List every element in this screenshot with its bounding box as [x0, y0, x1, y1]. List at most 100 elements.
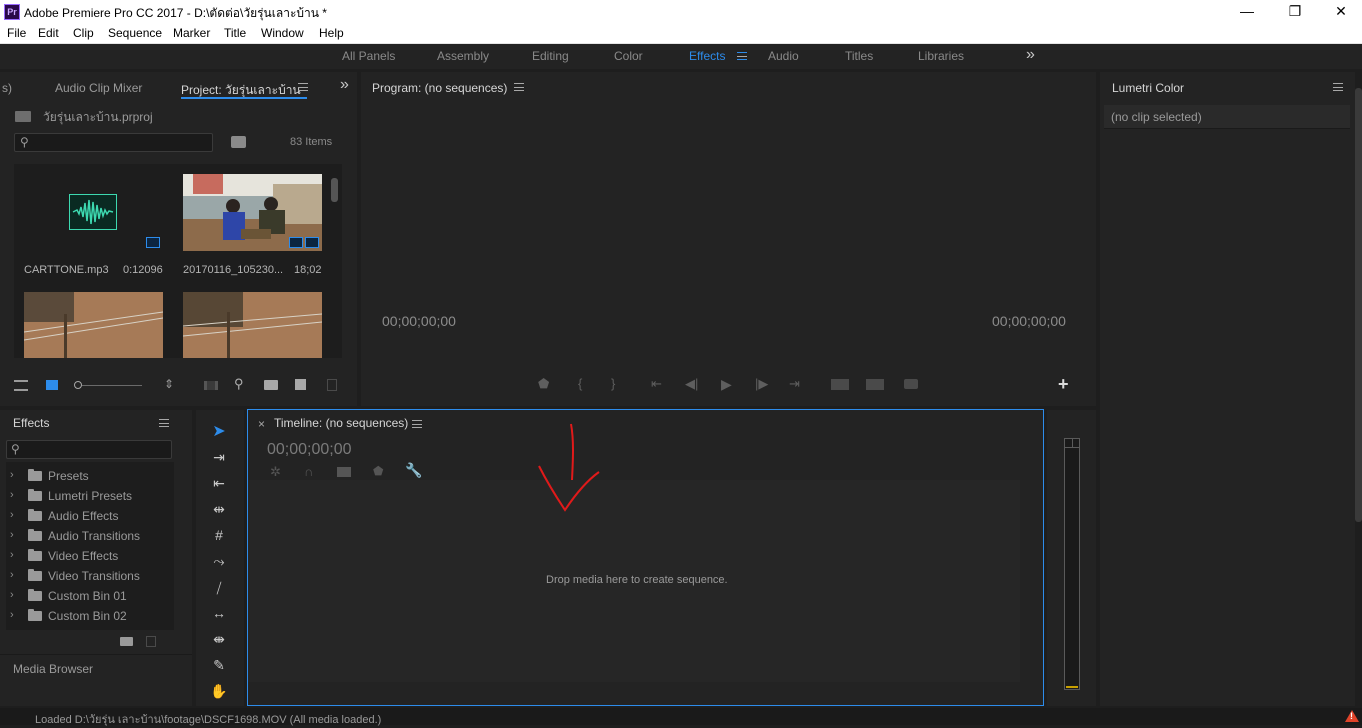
effects-item-video-effects[interactable]: › Video Effects — [8, 546, 173, 566]
add-marker-icon[interactable]: ⬟ — [373, 464, 383, 478]
effects-item-audio-transitions[interactable]: › Audio Transitions — [8, 526, 173, 546]
effects-item-audio-effects[interactable]: › Audio Effects — [8, 506, 173, 526]
trash-icon[interactable] — [327, 379, 337, 391]
project-grid-scrollbar[interactable] — [331, 178, 338, 202]
list-view-icon[interactable] — [14, 380, 28, 391]
mark-out-icon[interactable]: } — [611, 376, 615, 391]
find-icon[interactable] — [231, 136, 246, 148]
scrollbar-thumb[interactable] — [1355, 88, 1362, 522]
window-right-scrollbar[interactable] — [1355, 72, 1362, 706]
workspace-tab-all-panels[interactable]: All Panels — [342, 49, 395, 63]
program-timecode-current[interactable]: 00;00;00;00 — [382, 313, 456, 329]
chevron-right-icon[interactable]: › — [10, 589, 14, 601]
premiere-app-icon[interactable]: Pr — [4, 4, 20, 20]
export-frame-icon[interactable] — [904, 379, 918, 389]
mark-in-icon[interactable]: { — [578, 376, 582, 391]
panel-overflow-icon[interactable]: » — [340, 76, 349, 94]
workspace-tab-effects[interactable]: Effects — [689, 49, 725, 63]
extract-icon[interactable] — [866, 379, 884, 390]
timeline-timecode[interactable]: 00;00;00;00 — [267, 441, 352, 459]
program-monitor-menu-icon[interactable] — [514, 83, 524, 91]
new-item-icon[interactable] — [295, 379, 306, 390]
project-item-video[interactable]: 20170116_105230... 18;02 — [177, 164, 337, 282]
workspace-overflow-icon[interactable]: » — [1026, 46, 1035, 64]
project-panel-menu-icon[interactable] — [298, 83, 308, 91]
sort-icon[interactable]: ⇕ — [164, 377, 174, 391]
add-marker-icon[interactable]: ⬟ — [538, 376, 549, 392]
chevron-right-icon[interactable]: › — [10, 489, 14, 501]
linked-selection-icon[interactable] — [337, 467, 351, 477]
chevron-right-icon[interactable]: › — [10, 569, 14, 581]
close-button[interactable]: ✕ — [1318, 0, 1362, 24]
effects-item-custom-bin-01[interactable]: › Custom Bin 01 — [8, 586, 173, 606]
timeline-settings-wrench-icon[interactable]: 🔧 — [405, 462, 422, 479]
button-editor-add-icon[interactable]: + — [1058, 374, 1069, 395]
step-back-icon[interactable]: ◀| — [685, 376, 698, 392]
effects-panel-menu-icon[interactable] — [159, 419, 169, 427]
go-to-out-icon[interactable]: ⇥ — [789, 376, 800, 392]
chevron-right-icon[interactable]: › — [10, 529, 14, 541]
nest-icon[interactable]: ✲ — [270, 464, 281, 480]
menu-file[interactable]: File — [7, 26, 26, 40]
workspace-tab-titles[interactable]: Titles — [845, 49, 873, 63]
timeline-drop-area[interactable]: Drop media here to create sequence. — [248, 480, 1020, 682]
project-item-audio[interactable]: CARTTONE.mp3 0:12096 — [14, 164, 170, 282]
menu-title[interactable]: Title — [224, 26, 246, 40]
effects-item-custom-bin-02[interactable]: › Custom Bin 02 — [8, 606, 173, 626]
lift-icon[interactable] — [831, 379, 849, 390]
zoom-tool-icon[interactable]: ✋ — [207, 680, 231, 702]
step-forward-icon[interactable]: |▶ — [755, 376, 768, 392]
menu-window[interactable]: Window — [261, 26, 304, 40]
workspace-tab-color[interactable]: Color — [614, 49, 643, 63]
selection-tool-icon[interactable]: ➤ — [207, 421, 231, 443]
project-search-input[interactable]: ⚲ — [14, 133, 213, 152]
timeline-menu-icon[interactable] — [412, 420, 422, 428]
effects-panel-title[interactable]: Effects — [13, 416, 49, 430]
tab-audio-clip-mixer[interactable]: Audio Clip Mixer — [55, 81, 142, 95]
new-bin-icon[interactable] — [264, 380, 278, 390]
tab-source-cut[interactable]: s) — [2, 81, 12, 95]
effects-item-lumetri-presets[interactable]: › Lumetri Presets — [8, 486, 173, 506]
rate-stretch-tool-icon[interactable]: # — [207, 524, 231, 546]
workspace-menu-icon[interactable] — [737, 52, 747, 60]
tab-media-browser[interactable]: Media Browser — [13, 662, 93, 676]
snap-icon[interactable]: ∩ — [304, 464, 313, 479]
workspace-tab-audio[interactable]: Audio — [768, 49, 799, 63]
slide-tool-icon[interactable]: ↔ — [207, 602, 231, 624]
trash-icon[interactable] — [146, 636, 156, 647]
menu-clip[interactable]: Clip — [73, 26, 94, 40]
workspace-tab-editing[interactable]: Editing — [532, 49, 569, 63]
effects-item-presets[interactable]: › Presets — [8, 466, 173, 486]
chevron-right-icon[interactable]: › — [10, 509, 14, 521]
zoom-slider-track[interactable] — [82, 385, 142, 386]
lumetri-title[interactable]: Lumetri Color — [1112, 81, 1184, 95]
menu-edit[interactable]: Edit — [38, 26, 59, 40]
timeline-title[interactable]: Timeline: (no sequences) — [274, 416, 408, 430]
automate-to-sequence-icon[interactable] — [204, 381, 218, 390]
workspace-tab-libraries[interactable]: Libraries — [918, 49, 964, 63]
play-icon[interactable]: ▶ — [721, 376, 732, 393]
go-to-in-icon[interactable]: ⇤ — [651, 376, 662, 392]
zoom-slider-handle[interactable] — [74, 381, 82, 389]
pen-tool-icon[interactable]: ⇼ — [207, 628, 231, 650]
hand-tool-icon[interactable]: ✎ — [207, 654, 231, 676]
lumetri-menu-icon[interactable] — [1333, 83, 1343, 91]
effects-search-input[interactable]: ⚲ — [6, 440, 172, 459]
minimize-button[interactable]: — — [1224, 0, 1270, 24]
workspace-tab-assembly[interactable]: Assembly — [437, 49, 489, 63]
effects-item-video-transitions[interactable]: › Video Transitions — [8, 566, 173, 586]
razor-tool-icon[interactable]: ⤳ — [207, 550, 231, 572]
chevron-right-icon[interactable]: › — [10, 469, 14, 481]
timeline-close-icon[interactable]: × — [258, 417, 265, 431]
icon-view-icon[interactable] — [46, 380, 58, 390]
new-custom-bin-icon[interactable] — [120, 637, 133, 646]
program-monitor-title[interactable]: Program: (no sequences) — [372, 81, 507, 95]
chevron-right-icon[interactable]: › — [10, 609, 14, 621]
rolling-edit-tool-icon[interactable]: ⇹ — [207, 498, 231, 520]
ripple-edit-tool-icon[interactable]: ⇤ — [207, 472, 231, 494]
menu-marker[interactable]: Marker — [173, 26, 210, 40]
slip-tool-icon[interactable]: ⧸ — [207, 577, 231, 599]
menu-help[interactable]: Help — [319, 26, 344, 40]
project-item-video[interactable] — [23, 292, 164, 358]
find-icon[interactable]: ⚲ — [234, 376, 244, 392]
